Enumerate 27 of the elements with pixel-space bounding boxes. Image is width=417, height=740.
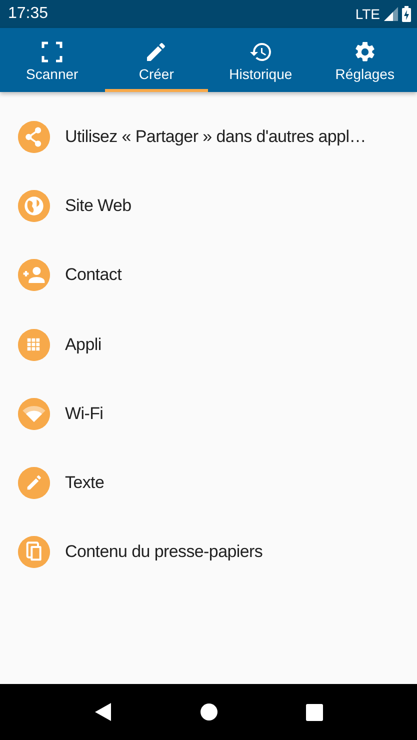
list-item[interactable]: Utilisez « Partager » dans d'autres appl… [65, 126, 366, 147]
wifi-icon [18, 398, 50, 430]
list-item[interactable]: Contact [65, 265, 122, 286]
clock-time: 17:35 [8, 5, 50, 23]
list-item[interactable]: Wi-Fi [65, 404, 104, 424]
list-item[interactable]: Site Web [65, 196, 132, 216]
network-type: LTE [355, 6, 380, 22]
battery-icon [402, 6, 411, 22]
scan-frame-icon [40, 40, 64, 64]
settings-icon [352, 40, 377, 64]
grid-icon [18, 328, 50, 361]
list-item[interactable]: Appli [65, 334, 102, 355]
recents-icon[interactable] [306, 704, 323, 720]
share-icon [18, 120, 50, 153]
home-icon[interactable] [200, 703, 218, 721]
pencil-icon [18, 467, 50, 500]
list-item[interactable]: Texte [65, 473, 104, 494]
copy-icon [18, 536, 50, 568]
list-item[interactable]: Contenu du presse-papiers [65, 542, 263, 562]
signal-icon [384, 7, 398, 21]
globe-icon [18, 190, 50, 222]
tab[interactable]: Créer [105, 28, 208, 92]
tab[interactable]: Réglages [314, 28, 416, 92]
back-icon[interactable] [94, 702, 112, 722]
tab[interactable]: Scanner [1, 28, 104, 92]
tab[interactable]: Historique [210, 28, 312, 92]
add-person-icon [18, 259, 50, 292]
